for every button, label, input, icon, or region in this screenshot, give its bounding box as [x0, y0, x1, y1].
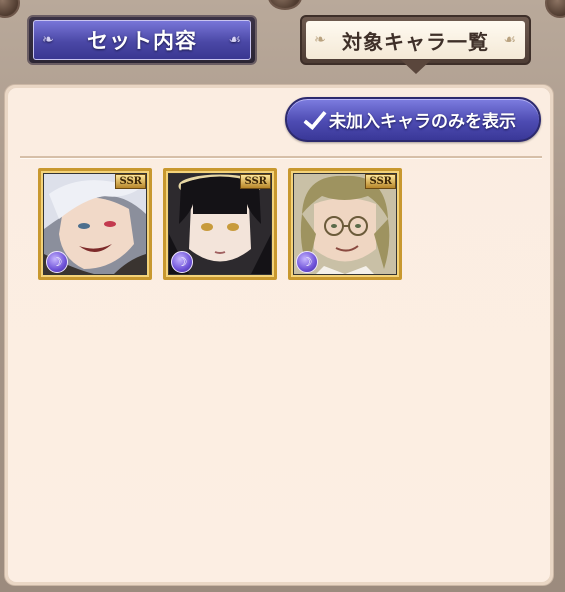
flourish-right-icon: ☙: [503, 32, 517, 48]
character-card[interactable]: SSR ☽: [163, 168, 277, 280]
character-card[interactable]: SSR ☽: [288, 168, 402, 280]
tab-target-characters-face: ❧ 対象キャラ一覧 ☙: [306, 21, 525, 59]
character-list-panel: 未加入キャラのみを表示 SSR ☽ SSR ☽ SSR ☽: [5, 85, 553, 585]
tab-set-contents-face: ❧ セット内容 ☙: [33, 20, 251, 60]
flourish-left-icon: ❧: [42, 32, 55, 48]
rarity-badge: SSR: [365, 174, 396, 189]
corner-ornament-right: [545, 0, 565, 18]
character-card[interactable]: SSR ☽: [38, 168, 152, 280]
dark-element-icon: ☽: [171, 251, 193, 273]
corner-ornament-left: [0, 0, 20, 18]
divider: [20, 156, 542, 158]
tab-target-characters[interactable]: ❧ 対象キャラ一覧 ☙: [300, 15, 531, 65]
panel-background: [8, 88, 550, 582]
rarity-badge: SSR: [115, 174, 146, 189]
unowned-only-toggle-button[interactable]: 未加入キャラのみを表示: [285, 97, 541, 142]
dark-element-icon: ☽: [46, 251, 68, 273]
flourish-right-icon: ☙: [228, 32, 242, 48]
tab-set-contents[interactable]: ❧ セット内容 ☙: [27, 15, 257, 65]
unowned-only-toggle-label: 未加入キャラのみを表示: [329, 112, 516, 132]
rarity-badge: SSR: [240, 174, 271, 189]
tab-set-contents-label: セット内容: [87, 29, 197, 53]
flourish-left-icon: ❧: [314, 32, 327, 48]
character-grid: SSR ☽ SSR ☽ SSR ☽: [38, 168, 402, 280]
active-tab-pointer-icon: [401, 60, 431, 74]
dark-element-icon: ☽: [296, 251, 318, 273]
tab-target-characters-label: 対象キャラ一覧: [342, 29, 489, 54]
checkmark-icon: [303, 109, 325, 131]
top-ornament-center: [268, 0, 302, 10]
